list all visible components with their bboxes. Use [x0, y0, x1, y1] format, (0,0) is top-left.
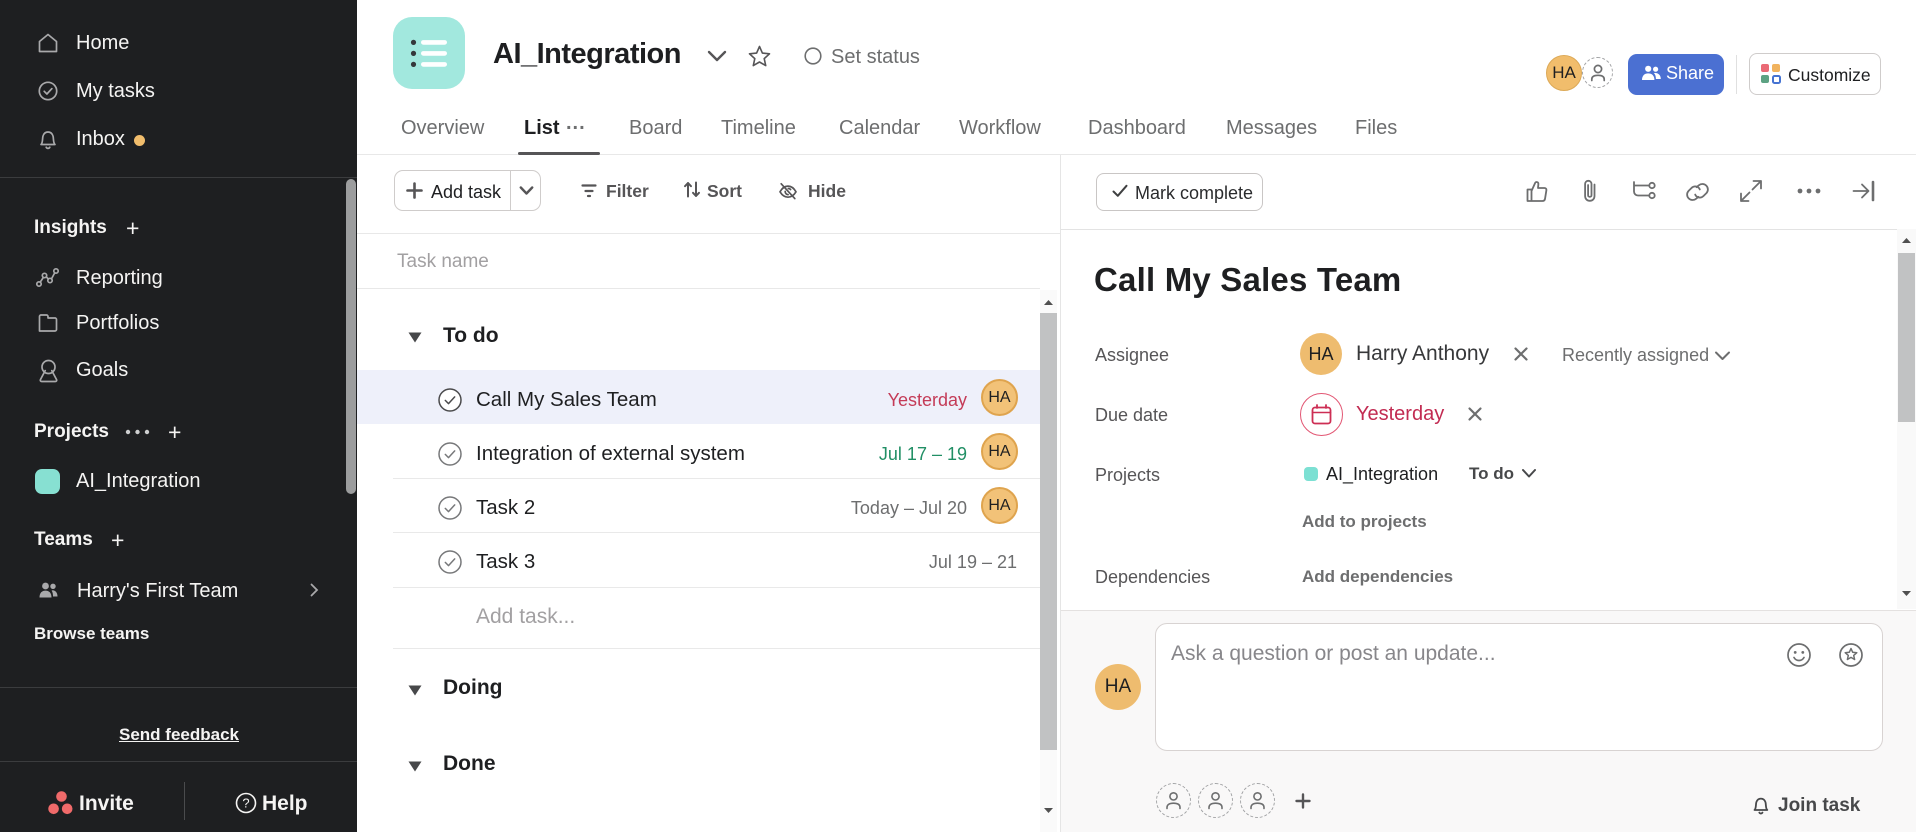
svg-text:?: ? [242, 796, 249, 811]
